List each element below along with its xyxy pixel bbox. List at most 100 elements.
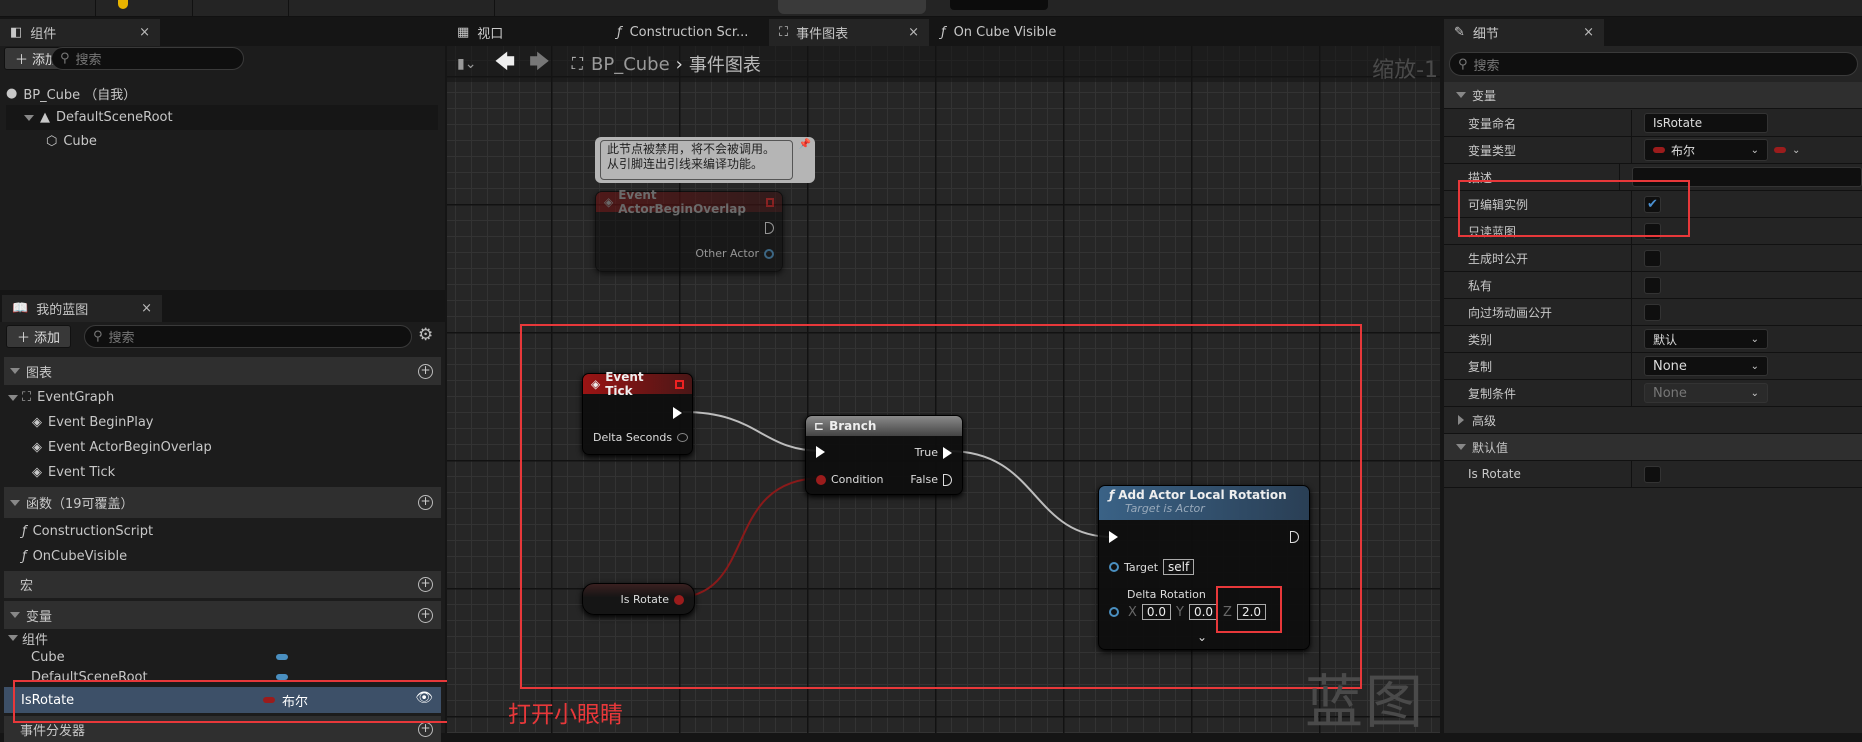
settings-gear-icon[interactable]: ⚙ <box>418 325 433 345</box>
list-item-event[interactable]: ◈ Event ActorBeginOverlap <box>4 435 441 460</box>
event-diamond-icon: ◈ <box>604 195 614 209</box>
replication-select[interactable]: None ⌄ <box>1644 356 1768 376</box>
components-tabstrip: ◧ 组件 × <box>0 17 445 46</box>
other-actor-pin[interactable]: Other Actor <box>695 247 774 260</box>
collapse-arrow-icon <box>1456 444 1466 450</box>
variable-group-components[interactable]: 组件 <box>4 628 441 648</box>
detail-row-replication-condition: 复制条件 None ⌄ <box>1444 380 1862 407</box>
collapse-arrow-icon <box>8 394 18 401</box>
list-item-event-graph[interactable]: ⛶ EventGraph <box>4 385 441 410</box>
exec-out-pin[interactable] <box>765 222 774 234</box>
close-icon[interactable]: × <box>1583 25 1594 40</box>
tab-components[interactable]: ◧ 组件 × <box>0 19 160 46</box>
forward-arrow-icon[interactable]: 🡆 <box>529 47 550 81</box>
play-controls[interactable] <box>778 0 926 14</box>
breadcrumb-separator: › <box>675 53 683 75</box>
add-member-button[interactable]: ＋添加 <box>6 325 72 348</box>
tab-event-graph[interactable]: ⛶ 事件图表 × <box>769 19 929 46</box>
construction-function-icon: ƒ <box>22 524 27 539</box>
toolbar-divider <box>288 0 289 16</box>
pencil-icon: ✎ <box>1454 25 1465 40</box>
tree-item-cube[interactable]: ⬡ Cube <box>46 129 483 154</box>
breadcrumb-root[interactable]: BP_Cube <box>591 54 670 75</box>
back-arrow-icon[interactable]: 🡄 <box>494 47 515 81</box>
components-icon: ◧ <box>10 25 23 40</box>
collapse-arrow-icon <box>8 635 18 641</box>
actor-icon: ● <box>6 86 18 101</box>
details-section-variable[interactable]: 变量 <box>1444 82 1862 109</box>
search-icon: ⚲ <box>60 51 70 66</box>
collapse-arrow-icon <box>10 368 20 374</box>
tab-viewport[interactable]: ▦ 视口 <box>447 19 607 46</box>
detail-row-expose-spawn: 生成时公开 <box>1444 245 1862 272</box>
list-item-function[interactable]: ƒ OnCubeVisible <box>4 544 441 569</box>
event-diamond-icon: ◈ <box>32 465 42 480</box>
add-dispatcher-icon[interactable]: + <box>418 721 433 737</box>
toolbar-divider <box>95 0 96 16</box>
bookmark-icon[interactable]: ▮⌄ <box>457 56 476 72</box>
category-select[interactable]: 默认 ⌄ <box>1644 329 1768 349</box>
viewport-icon: ▦ <box>457 25 470 40</box>
event-diamond-icon: ◈ <box>32 415 42 430</box>
annotation-open-eye: 打开小眼睛 <box>508 702 623 728</box>
section-functions[interactable]: 函数（19可覆盖） + <box>4 487 441 518</box>
tab-on-cube-visible[interactable]: ƒ On Cube Visible <box>931 19 1091 46</box>
expose-on-spawn-checkbox[interactable] <box>1644 249 1661 267</box>
close-icon[interactable]: × <box>141 301 152 316</box>
debug-object-select[interactable] <box>950 0 1048 10</box>
close-icon[interactable]: × <box>139 25 150 40</box>
variable-name-input[interactable]: IsRotate <box>1644 113 1768 133</box>
expose-cinematics-checkbox[interactable] <box>1644 303 1661 321</box>
graph-icon: ⛶ <box>779 25 789 40</box>
components-search-input[interactable]: ⚲ 搜索 <box>51 47 244 70</box>
add-graph-icon[interactable]: + <box>418 363 433 379</box>
detail-row-category: 类别 默认 ⌄ <box>1444 326 1862 353</box>
default-isrotate-checkbox[interactable] <box>1644 465 1661 483</box>
details-tabstrip: ✎ 细节 × <box>1444 17 1862 46</box>
chevron-down-icon: ⌄ <box>1750 144 1759 156</box>
expand-arrow-icon[interactable] <box>24 114 34 121</box>
pin-icon[interactable]: 📌 <box>799 139 811 150</box>
chevron-down-icon[interactable]: ⌄ <box>1792 145 1800 156</box>
tab-construction-script[interactable]: ƒ Construction Scr... <box>607 19 767 46</box>
details-section-default-value[interactable]: 默认值 <box>1444 434 1862 461</box>
tree-item-default-scene-root[interactable]: ▲ DefaultSceneRoot <box>6 105 438 130</box>
add-macro-icon[interactable]: + <box>418 577 433 592</box>
chevron-down-icon: ⌄ <box>1750 387 1759 399</box>
node-event-actor-begin-overlap[interactable]: ◈ Event ActorBeginOverlap Other Actor <box>595 188 783 272</box>
function-icon: ƒ <box>941 25 946 40</box>
list-item-event[interactable]: ◈ Event BeginPlay <box>4 410 441 435</box>
tab-details[interactable]: ✎ 细节 × <box>1444 19 1604 46</box>
variable-type-select[interactable]: 布尔 ⌄ <box>1644 139 1768 161</box>
container-type-pill-icon[interactable] <box>1774 147 1786 153</box>
add-function-icon[interactable]: + <box>418 495 433 510</box>
list-item-function[interactable]: ƒ ConstructionScript <box>4 519 441 544</box>
graph-icon: ⛶ <box>571 54 583 73</box>
highlight-box-instance-editable <box>1458 180 1690 237</box>
node-comment-bubble[interactable]: 此节点被禁用，将不会被调用。 从引脚连出引线来编译功能。 📌 <box>595 137 815 183</box>
add-variable-icon[interactable]: + <box>418 607 433 623</box>
function-icon: ƒ <box>617 25 622 40</box>
my-blueprint-search-input[interactable]: ⚲ 搜索 <box>84 325 412 348</box>
details-search-input[interactable]: ⚲ 搜索 <box>1449 52 1858 76</box>
section-variables[interactable]: 变量 + <box>4 601 441 629</box>
expand-arrow-icon <box>1458 415 1464 425</box>
search-icon: ⚲ <box>1458 56 1468 72</box>
object-type-pill-icon <box>276 654 288 660</box>
compile-icon[interactable] <box>118 0 128 9</box>
function-icon: ƒ <box>22 549 27 564</box>
variable-item-cube[interactable]: Cube <box>4 647 441 667</box>
private-checkbox[interactable] <box>1644 276 1661 294</box>
toolbar-divider <box>192 0 193 16</box>
details-section-advanced[interactable]: 高级 <box>1444 407 1862 434</box>
section-macros[interactable]: 宏 + <box>4 571 441 598</box>
section-graphs[interactable]: 图表 + <box>4 357 441 385</box>
tab-my-blueprint[interactable]: 📖 我的蓝图 × <box>2 295 162 322</box>
collapse-arrow-icon <box>10 612 20 618</box>
list-item-event[interactable]: ◈ Event Tick <box>4 460 441 485</box>
tree-item-bp-cube[interactable]: ● BP_Cube （自我） <box>6 81 443 106</box>
main-toolbar <box>0 0 1862 17</box>
collapse-arrow-icon <box>1456 92 1466 98</box>
book-icon: 📖 <box>12 301 29 316</box>
close-icon[interactable]: × <box>908 25 919 40</box>
